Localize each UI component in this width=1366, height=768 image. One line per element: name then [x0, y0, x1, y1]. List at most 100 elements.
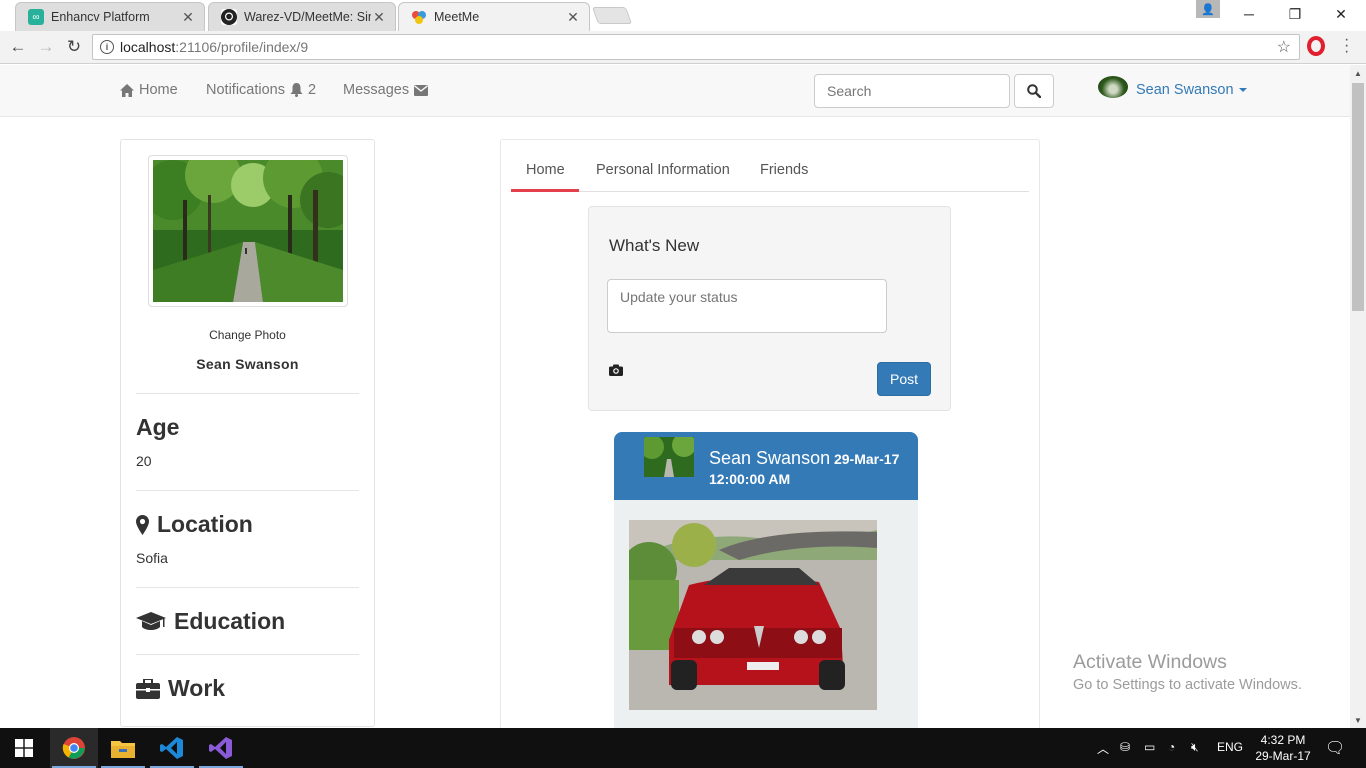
- browser-tab-meetme[interactable]: MeetMe ✕: [398, 2, 590, 31]
- age-value: 20: [136, 453, 152, 469]
- reload-icon[interactable]: ↻: [62, 35, 86, 59]
- opera-extension-icon[interactable]: [1307, 36, 1325, 56]
- watermark-subtitle: Go to Settings to activate Windows.: [1073, 677, 1302, 693]
- post-button[interactable]: Post: [877, 362, 931, 396]
- profile-photo: [143, 147, 356, 307]
- nav-messages-link[interactable]: Messages: [343, 82, 429, 98]
- back-icon[interactable]: ←: [6, 35, 30, 59]
- input-language[interactable]: ENG: [1217, 740, 1243, 754]
- location-label: Location: [157, 511, 253, 537]
- browser-toolbar: ← → ↻ i localhost:21106/profile/index/9 …: [0, 31, 1366, 64]
- new-tab-button[interactable]: [591, 7, 633, 24]
- nav-notifications-link[interactable]: Notifications 2: [206, 82, 316, 98]
- user-avatar[interactable]: [1098, 76, 1128, 98]
- taskbar-clock[interactable]: 4:32 PM 29-Mar-17: [1244, 732, 1322, 764]
- scrollbar-thumb[interactable]: [1352, 83, 1364, 311]
- close-tab-icon[interactable]: ✕: [371, 9, 387, 26]
- divider: [136, 587, 359, 588]
- profile-tabs: Home Personal Information Friends: [511, 140, 1029, 192]
- divider: [136, 654, 359, 655]
- status-input[interactable]: [607, 279, 887, 333]
- page-scrollbar[interactable]: ▲ ▼: [1350, 65, 1366, 728]
- browser-tab-enhancv[interactable]: ∞ Enhancv Platform ✕: [15, 2, 205, 31]
- folder-icon: [111, 741, 135, 758]
- github-icon: [221, 9, 237, 25]
- post-card: Sean Swanson 29-Mar-17 12:00:00 AM: [614, 432, 918, 728]
- education-heading: Education: [136, 608, 285, 635]
- post-car-image[interactable]: [629, 520, 877, 710]
- address-bar[interactable]: i localhost:21106/profile/index/9 ☆: [92, 34, 1300, 60]
- taskbar-vscode[interactable]: [148, 728, 196, 768]
- bookmark-star-icon[interactable]: ☆: [1277, 37, 1291, 57]
- close-tab-icon[interactable]: ✕: [180, 9, 196, 26]
- chrome-icon: [62, 737, 85, 759]
- notification-count: 2: [307, 82, 317, 98]
- start-button[interactable]: [0, 728, 48, 768]
- status-composer: What's New Post: [588, 206, 951, 411]
- location-heading: Location: [136, 511, 253, 538]
- activate-windows-watermark: Activate Windows Go to Settings to activ…: [1073, 651, 1302, 693]
- user-menu-name: Sean Swanson: [1136, 82, 1234, 98]
- visual-studio-code-icon: [160, 737, 183, 759]
- close-window-icon[interactable]: ✕: [1318, 0, 1364, 28]
- envelope-icon: [414, 84, 429, 96]
- forest-path-image: [143, 147, 356, 302]
- network-icon[interactable]: ◔: [1168, 740, 1175, 754]
- restore-icon[interactable]: ❐: [1272, 0, 1318, 28]
- minimize-icon[interactable]: ─: [1226, 0, 1272, 28]
- info-icon[interactable]: i: [100, 40, 114, 54]
- watermark-title: Activate Windows: [1073, 651, 1227, 673]
- scroll-up-icon[interactable]: ▲: [1350, 65, 1366, 81]
- browser-menu-icon[interactable]: · · ·: [1344, 32, 1350, 60]
- graduation-cap-icon: [136, 611, 166, 630]
- map-marker-icon: [136, 514, 149, 535]
- post-meta: Sean Swanson 29-Mar-17 12:00:00 AM: [709, 448, 909, 489]
- site-navbar: Home Notifications 2 Messages Sean Swans…: [0, 65, 1350, 117]
- battery-icon[interactable]: ▭: [1144, 740, 1155, 754]
- taskbar-visual-studio[interactable]: [197, 728, 245, 768]
- tab-title: Warez-VD/MeetMe: Simp: [244, 10, 371, 24]
- tray-overflow-icon[interactable]: ︿: [1097, 740, 1109, 757]
- windows-logo-icon: [15, 739, 33, 757]
- clock-time: 4:32 PM: [1260, 733, 1306, 747]
- camera-icon[interactable]: [609, 364, 623, 376]
- browser-profile-icon[interactable]: 👤: [1196, 0, 1220, 18]
- age-heading: Age: [136, 414, 179, 441]
- tab-personal-information[interactable]: Personal Information: [596, 162, 730, 178]
- search-input[interactable]: [814, 74, 1010, 108]
- divider: [136, 490, 359, 491]
- tray-app-icon[interactable]: ⛁: [1120, 740, 1130, 754]
- forward-icon[interactable]: →: [34, 35, 58, 59]
- home-icon: [120, 83, 134, 97]
- tab-title: Enhancv Platform: [51, 10, 150, 24]
- scroll-down-icon[interactable]: ▼: [1350, 712, 1366, 728]
- action-center-icon[interactable]: 🗨︎: [1325, 738, 1345, 758]
- divider: [136, 393, 359, 394]
- search-button[interactable]: [1014, 74, 1054, 108]
- active-tab-indicator: [511, 189, 579, 192]
- tab-title: MeetMe: [434, 10, 480, 24]
- work-label: Work: [168, 675, 226, 701]
- taskbar-file-explorer[interactable]: [99, 728, 147, 768]
- volume-icon[interactable]: 🔇︎: [1191, 740, 1199, 755]
- post-time: 12:00:00 AM: [709, 471, 791, 487]
- change-photo-link[interactable]: Change Photo: [121, 328, 374, 342]
- tab-friends[interactable]: Friends: [760, 162, 808, 178]
- user-menu-dropdown[interactable]: Sean Swanson: [1136, 82, 1247, 98]
- close-tab-icon[interactable]: ✕: [565, 9, 581, 26]
- education-label: Education: [174, 608, 286, 634]
- url-path: :21106/profile/index/9: [175, 39, 309, 55]
- briefcase-icon: [136, 678, 160, 699]
- tab-home[interactable]: Home: [526, 162, 565, 178]
- post-author-name[interactable]: Sean Swanson: [709, 448, 830, 468]
- enhancv-icon: ∞: [28, 9, 44, 25]
- web-page: Home Notifications 2 Messages Sean Swans…: [0, 65, 1350, 728]
- taskbar-chrome[interactable]: [50, 728, 98, 768]
- bell-icon: [290, 83, 303, 97]
- post-author-avatar[interactable]: [644, 437, 694, 477]
- browser-tab-github[interactable]: Warez-VD/MeetMe: Simp ✕: [208, 2, 396, 31]
- search-icon: [1027, 84, 1041, 98]
- location-value: Sofia: [136, 550, 168, 566]
- windows-taskbar: ︿ ⛁ ▭ ◔ 🔇︎ ENG 4:32 PM 29-Mar-17 🗨︎: [0, 728, 1366, 768]
- nav-home-link[interactable]: Home: [120, 82, 178, 98]
